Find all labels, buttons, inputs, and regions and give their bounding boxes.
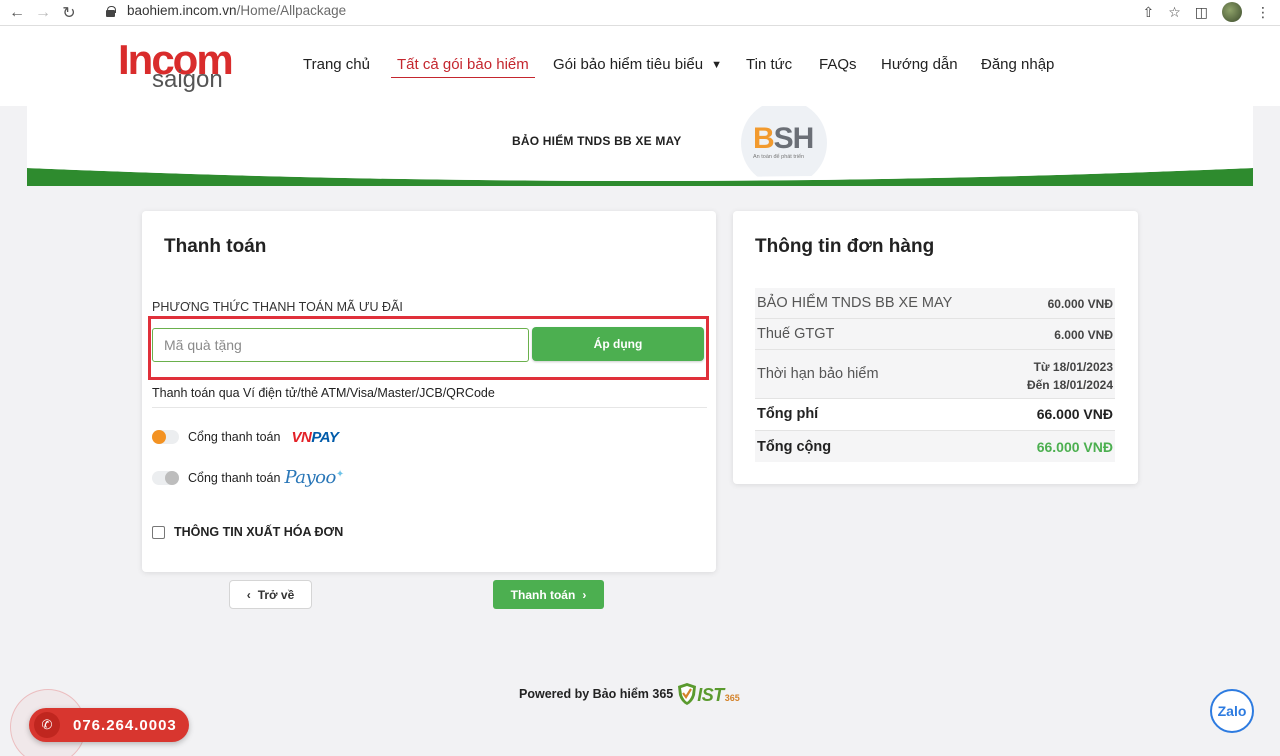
banner-green-wave [27, 164, 1253, 186]
order-row-label: Tổng phí [757, 406, 819, 422]
nav-featured-packages[interactable]: Gói bảo hiểm tiêu biểu ▼ [553, 56, 722, 73]
order-row-label: Thuế GTGT [757, 326, 835, 342]
term-from: Từ 18/01/2023 [1033, 360, 1113, 374]
order-row-label: BẢO HIỂM TNDS BB XE MAY [757, 295, 953, 311]
order-row-term: Thời hạn bảo hiểm Từ 18/01/2023 Đến 18/01… [755, 350, 1115, 399]
order-title: Thông tin đơn hàng [755, 236, 935, 257]
bsh-logo-b: B [753, 122, 775, 155]
browser-toolbar: ← → ↻ baohiem.incom.vn/Home/Allpackage ⇧… [0, 0, 1280, 26]
back-button[interactable]: ‹ Trở về [229, 580, 312, 609]
nav-login[interactable]: Đăng nhập [981, 56, 1054, 73]
nav-news[interactable]: Tin tức [746, 56, 792, 73]
zalo-chat-button[interactable]: Zalo [1210, 689, 1254, 733]
product-banner: BẢO HIỂM TNDS BB XE MAY BSH An toàn để p… [27, 106, 1253, 186]
nav-faqs[interactable]: FAQs [819, 56, 857, 73]
promo-code-input[interactable] [152, 328, 529, 362]
url-domain: baohiem.incom.vn [127, 3, 237, 18]
vnpay-gateway-option[interactable]: Cổng thanh toán VN PAY [152, 425, 343, 449]
lock-icon [106, 5, 116, 17]
url-path: /Home/Allpackage [236, 3, 347, 18]
order-row-value: 66.000 VNĐ [1036, 406, 1113, 422]
reload-icon[interactable]: ↻ [56, 2, 82, 24]
payment-method-description: Thanh toán qua Ví điện tử/thẻ ATM/Visa/M… [152, 386, 495, 400]
order-row-value: 66.000 VNĐ [1036, 439, 1113, 455]
pay-button[interactable]: Thanh toán › [493, 580, 604, 609]
nav-all-packages[interactable]: Tất cả gói bảo hiểm [391, 56, 535, 78]
order-info-card: Thông tin đơn hàng BẢO HIỂM TNDS BB XE M… [733, 211, 1138, 484]
payoo-gateway-option[interactable]: Cổng thanh toán Payoo✦ [152, 467, 344, 488]
shield-icon [678, 683, 697, 705]
nav-featured-label: Gói bảo hiểm tiêu biểu [553, 56, 704, 73]
more-menu-icon[interactable]: ⋮ [1256, 4, 1270, 21]
incom-saigon-logo[interactable]: Incom saigon [118, 39, 234, 93]
share-icon[interactable]: ⇧ [1142, 4, 1154, 21]
chevron-right-icon: › [582, 587, 587, 602]
banner-title: BẢO HIỂM TNDS BB XE MAY [512, 134, 682, 148]
vnpay-logo-vn: VN [291, 428, 312, 446]
vnpay-logo: VN PAY [286, 425, 343, 449]
zalo-label: Zalo [1217, 703, 1247, 719]
term-to: Đến 18/01/2024 [1026, 378, 1113, 392]
order-row-product: BẢO HIỂM TNDS BB XE MAY 60.000 VNĐ [755, 288, 1115, 319]
invoice-label: THÔNG TIN XUẤT HÓA ĐƠN [174, 525, 344, 539]
payoo-toggle[interactable] [152, 470, 179, 485]
order-row-label: Tổng cộng [757, 439, 832, 455]
ist-text: IST [697, 685, 724, 705]
order-row-label: Thời hạn bảo hiểm [757, 366, 879, 382]
payoo-logo-text: Payoo [284, 467, 336, 488]
order-row-vat: Thuế GTGT 6.000 VNĐ [755, 319, 1115, 350]
payoo-logo: Payoo✦ [284, 467, 344, 488]
site-header: Incom saigon Trang chủ Tất cả gói bảo hi… [0, 26, 1280, 106]
order-row-total-fee: Tổng phí 66.000 VNĐ [755, 399, 1115, 431]
bsh-logo-sh: SH [773, 122, 815, 155]
address-bar[interactable]: baohiem.incom.vn/Home/Allpackage [106, 3, 346, 18]
chevron-left-icon: ‹ [246, 587, 251, 602]
ist365-logo: IST 365 [677, 682, 740, 706]
star-icon[interactable]: ☆ [1168, 4, 1181, 21]
order-row-grand-total: Tổng cộng 66.000 VNĐ [755, 431, 1115, 462]
bsh-tagline: An toàn để phát triển [753, 154, 805, 160]
order-row-value: Từ 18/01/2023 Đến 18/01/2024 [1027, 358, 1113, 394]
payoo-gateway-label: Cổng thanh toán [188, 470, 281, 485]
back-button-label: Trở về [257, 587, 295, 602]
phone-icon: ✆ [34, 712, 60, 738]
vnpay-toggle[interactable] [152, 430, 179, 444]
apply-promo-button[interactable]: Áp dụng [532, 327, 704, 361]
payment-card: Thanh toán PHƯƠNG THỨC THANH TOÁN MÃ ƯU … [142, 211, 716, 572]
nav-guide[interactable]: Hướng dẫn [881, 56, 958, 73]
payment-title: Thanh toán [164, 236, 267, 257]
invoice-option[interactable]: THÔNG TIN XUẤT HÓA ĐƠN [152, 525, 343, 539]
hotline-button[interactable]: ✆ 076.264.0003 [29, 708, 189, 742]
order-summary-table: BẢO HIỂM TNDS BB XE MAY 60.000 VNĐ Thuế … [755, 288, 1115, 462]
divider [152, 407, 707, 408]
order-row-value: 6.000 VNĐ [1054, 328, 1113, 342]
ist-num: 365 [724, 693, 740, 703]
profile-avatar[interactable] [1222, 2, 1242, 22]
back-arrow-icon[interactable]: ← [4, 2, 30, 24]
vnpay-logo-pay: PAY [311, 428, 339, 446]
vnpay-gateway-label: Cổng thanh toán [188, 430, 281, 444]
logo-sub-text: saigon [152, 66, 223, 93]
invoice-checkbox[interactable] [152, 525, 165, 539]
powered-by-text: Powered by Bảo hiểm 365 [519, 687, 674, 701]
sidebar-icon[interactable]: ◫ [1195, 4, 1208, 21]
promo-section-label: PHƯƠNG THỨC THANH TOÁN MÃ ƯU ĐÃI [152, 300, 403, 314]
order-row-value: 60.000 VNĐ [1047, 297, 1113, 311]
forward-arrow-icon[interactable]: → [30, 2, 56, 24]
chevron-down-icon: ▼ [711, 59, 722, 71]
pay-button-label: Thanh toán [510, 587, 576, 602]
hotline-number: 076.264.0003 [73, 716, 177, 734]
nav-home[interactable]: Trang chủ [303, 56, 370, 73]
powered-by: Powered by Bảo hiểm 365 IST 365 [519, 682, 740, 706]
